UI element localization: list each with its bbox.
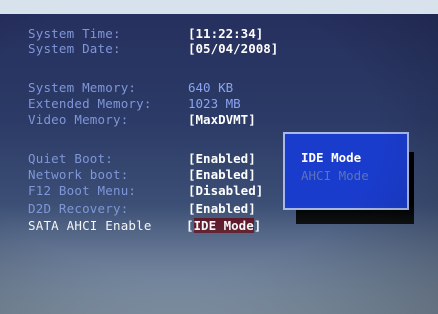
f12-boot-menu-value[interactable]: [Disabled] <box>188 183 263 198</box>
network-boot-label: Network boot: <box>28 167 129 182</box>
system-date-value[interactable]: [05/04/2008] <box>188 41 278 56</box>
video-memory-value[interactable]: [MaxDVMT] <box>188 112 256 127</box>
quiet-boot-value[interactable]: [Enabled] <box>188 151 256 166</box>
d2d-recovery-label: D2D Recovery: <box>28 201 129 216</box>
sata-mode-popup: IDE Mode AHCI Mode <box>283 132 409 210</box>
bios-screen: System Time: [11:22:34] System Date: [05… <box>0 14 438 314</box>
sata-ahci-value[interactable]: [IDE Mode] <box>184 218 263 233</box>
quiet-boot-label: Quiet Boot: <box>28 151 113 166</box>
d2d-recovery-value[interactable]: [Enabled] <box>188 201 256 216</box>
sata-ahci-selected-value: IDE Mode <box>193 218 254 233</box>
video-memory-label: Video Memory: <box>28 112 129 127</box>
system-time-value[interactable]: [11:22:34] <box>188 26 263 41</box>
sata-ahci-label: SATA AHCI Enable <box>28 218 152 233</box>
extended-memory-label: Extended Memory: <box>28 96 152 111</box>
system-memory-value: 640 KB <box>188 80 234 95</box>
sata-ahci-close-bracket: ] <box>253 218 262 233</box>
extended-memory-value: 1023 MB <box>188 96 241 111</box>
system-time-label: System Time: <box>28 26 121 41</box>
system-memory-label: System Memory: <box>28 80 137 95</box>
f12-boot-menu-label: F12 Boot Menu: <box>28 183 137 198</box>
system-date-label: System Date: <box>28 41 121 56</box>
network-boot-value[interactable]: [Enabled] <box>188 167 256 182</box>
sata-ahci-open-bracket: [ <box>186 218 194 233</box>
popup-option-ide-mode[interactable]: IDE Mode <box>301 150 361 165</box>
popup-option-ahci-mode[interactable]: AHCI Mode <box>301 168 369 183</box>
